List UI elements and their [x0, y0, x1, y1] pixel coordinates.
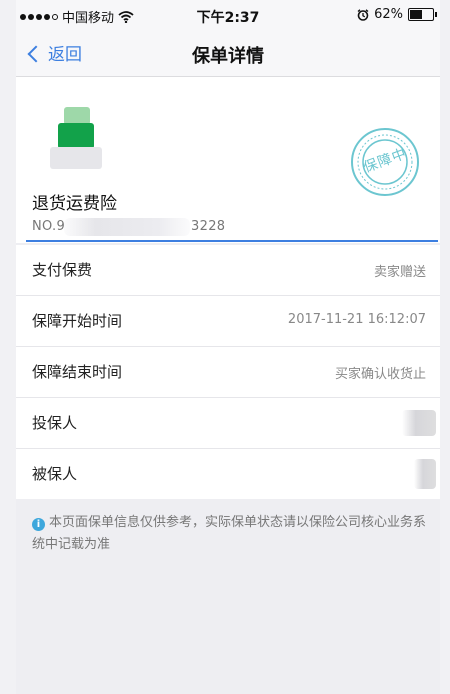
info-row-start-time: 保障开始时间 2017-11-21 16:12:07 — [16, 296, 440, 347]
status-bar: 中国移动 下午2:37 62% — [16, 0, 440, 32]
policy-number-prefix: NO.9 — [32, 219, 66, 234]
info-row-policyholder: 投保人 — [16, 398, 440, 449]
row-label: 支付保费 — [32, 261, 93, 279]
row-label: 被保人 — [32, 465, 78, 483]
notice-text: 本页面保单信息仅供参考，实际保单状态请以保险公司核心业务系统中记载为准 — [32, 515, 427, 552]
info-row-end-time: 保障结束时间 买家确认收货止 — [16, 347, 440, 398]
policy-name: 退货运费险 — [32, 194, 117, 214]
status-right: 62% — [357, 7, 437, 22]
value-redaction — [402, 410, 436, 436]
info-row-premium: 支付保费 卖家赠送 — [16, 245, 440, 296]
battery-icon — [408, 8, 437, 21]
stamp-seal: 保障中 — [350, 127, 420, 197]
row-label: 保障结束时间 — [32, 363, 123, 381]
battery-percent: 62% — [374, 7, 403, 22]
row-value: 买家确认收货止 — [334, 367, 426, 382]
product-logo — [50, 107, 116, 173]
row-value: 卖家赠送 — [373, 265, 426, 280]
page-title: 保单详情 — [192, 46, 264, 67]
header-divider — [26, 240, 438, 242]
info-icon: i — [32, 518, 45, 531]
alarm-icon — [357, 8, 369, 21]
disclaimer-notice: i 本页面保单信息仅供参考，实际保单状态请以保险公司核心业务系统中记载为准 — [32, 512, 428, 556]
policy-header-card: 保障中 退货运费险 NO.9 3228 — [16, 77, 440, 243]
info-row-insured: 被保人 — [16, 449, 440, 499]
policy-detail-page: 中国移动 下午2:37 62% 返回 保单详情 保障中 退货运费险 NO.9 3… — [16, 0, 440, 694]
nav-bar: 返回 保单详情 — [16, 32, 440, 77]
row-label: 保障开始时间 — [32, 312, 123, 330]
row-value: 2017-11-21 16:12:07 — [287, 312, 426, 327]
row-label: 投保人 — [32, 414, 78, 432]
number-redaction — [64, 218, 190, 236]
value-redaction — [414, 459, 436, 489]
policy-number-suffix: 3228 — [191, 219, 226, 234]
policy-info-list: 支付保费 卖家赠送 保障开始时间 2017-11-21 16:12:07 保障结… — [16, 245, 440, 499]
